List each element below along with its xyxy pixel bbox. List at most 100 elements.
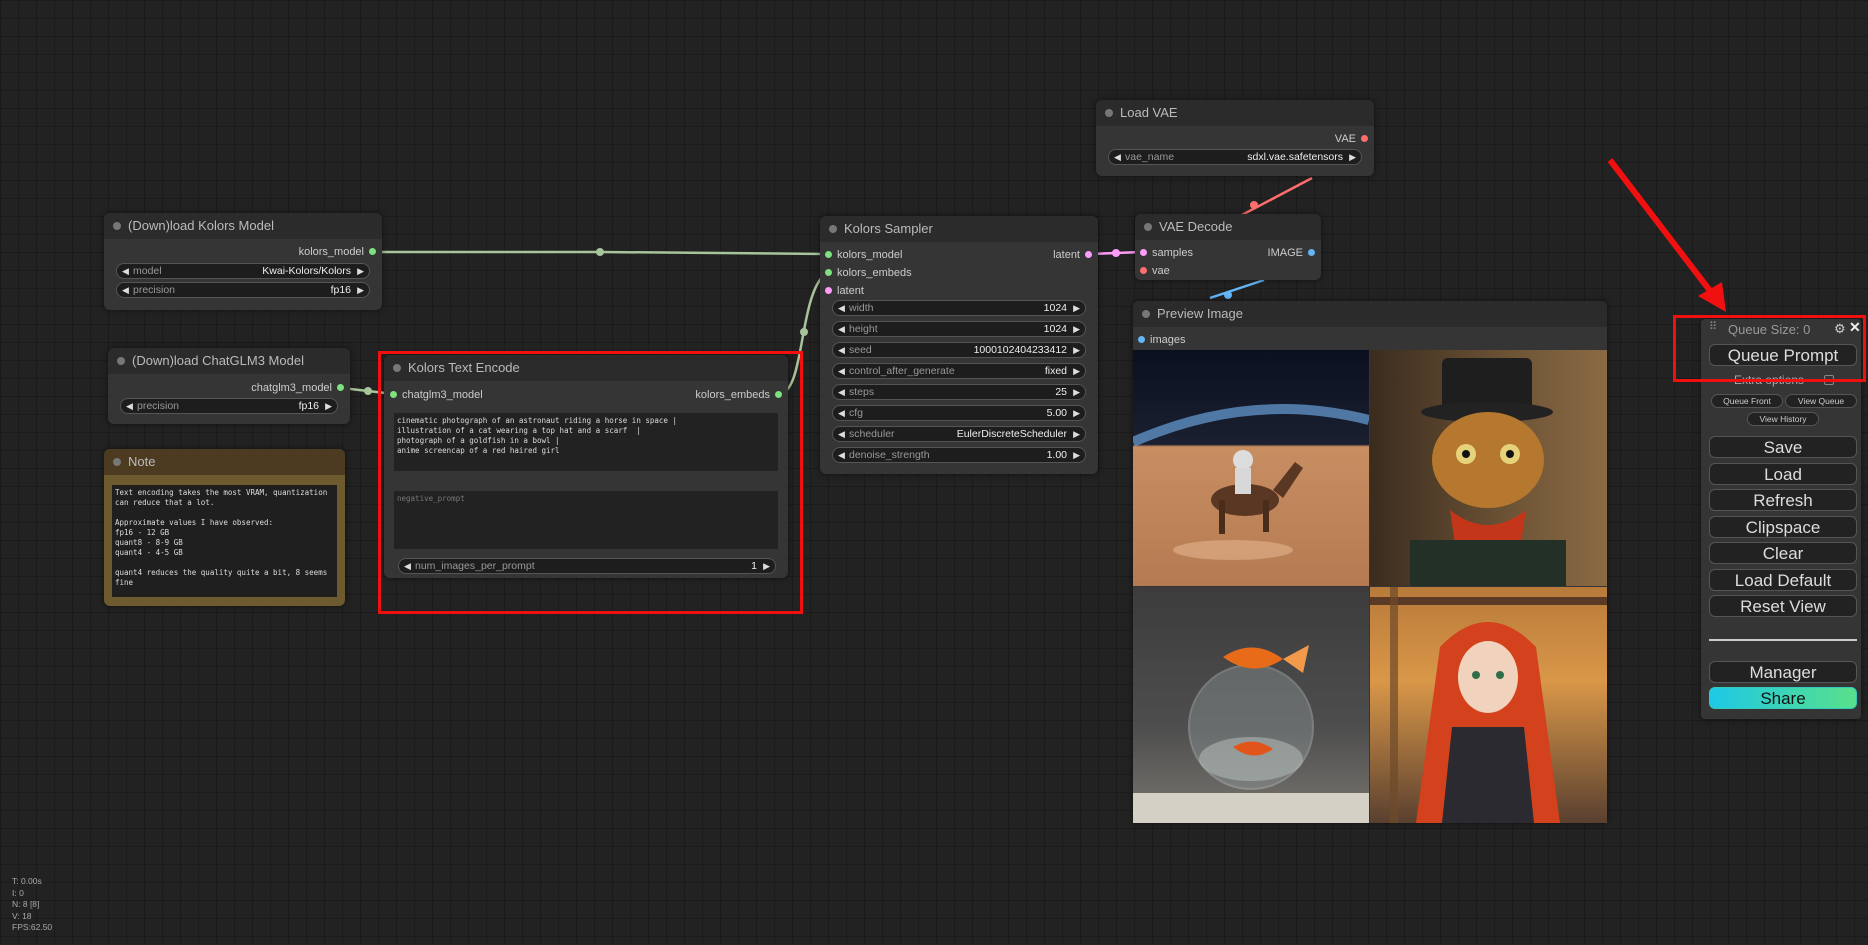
arrow-right-icon[interactable]: ▶ [1073, 322, 1080, 336]
arrow-right-icon[interactable]: ▶ [1073, 385, 1080, 399]
widget-precision[interactable]: ◀ precision fp16 ▶ [116, 282, 370, 298]
output-slot-dot-icon[interactable] [1308, 249, 1315, 256]
widget-cfg[interactable]: ◀ cfg 5.00 ▶ [832, 405, 1086, 421]
input-kolors-model[interactable]: kolors_model [825, 248, 902, 262]
load-button[interactable]: Load [1709, 463, 1857, 485]
node-note[interactable]: Note Text encoding takes the most VRAM, … [104, 449, 345, 606]
preview-image-anime-girl[interactable] [1370, 587, 1607, 823]
widget-denoise-strength[interactable]: ◀ denoise_strength 1.00 ▶ [832, 447, 1086, 463]
arrow-left-icon[interactable]: ◀ [122, 283, 129, 297]
arrow-right-icon[interactable]: ▶ [1073, 427, 1080, 441]
arrow-right-icon[interactable]: ▶ [1073, 301, 1080, 315]
input-kolors-embeds[interactable]: kolors_embeds [825, 266, 912, 280]
share-button[interactable]: Share [1709, 687, 1857, 709]
widget-vae-name[interactable]: ◀ vae_name sdxl.vae.safetensors ▶ [1108, 149, 1362, 165]
arrow-left-icon[interactable]: ◀ [838, 322, 845, 336]
arrow-left-icon[interactable]: ◀ [838, 385, 845, 399]
arrow-left-icon[interactable]: ◀ [122, 264, 129, 278]
slot-label: samples [1152, 247, 1193, 259]
output-latent[interactable]: latent [1053, 248, 1092, 262]
manager-button[interactable]: Manager [1709, 661, 1857, 683]
view-history-button[interactable]: View History [1747, 412, 1819, 426]
input-slot-dot-icon[interactable] [1138, 336, 1145, 343]
collapse-dot-icon[interactable] [1142, 310, 1150, 318]
widget-steps[interactable]: ◀ steps 25 ▶ [832, 384, 1086, 400]
widget-width[interactable]: ◀ width 1024 ▶ [832, 300, 1086, 316]
view-queue-button[interactable]: View Queue [1785, 394, 1857, 408]
arrow-right-icon[interactable]: ▶ [325, 399, 332, 413]
node-vae-decode[interactable]: VAE Decode samples vae IMAGE [1135, 214, 1321, 280]
arrow-left-icon[interactable]: ◀ [838, 406, 845, 420]
node-preview-image[interactable]: Preview Image images [1133, 301, 1607, 823]
arrow-right-icon[interactable]: ▶ [357, 264, 364, 278]
arrow-right-icon[interactable]: ▶ [357, 283, 364, 297]
clear-button[interactable]: Clear [1709, 542, 1857, 564]
input-slot-dot-icon[interactable] [1140, 267, 1147, 274]
collapse-dot-icon[interactable] [829, 225, 837, 233]
widget-precision[interactable]: ◀ precision fp16 ▶ [120, 398, 338, 414]
load-default-button[interactable]: Load Default [1709, 569, 1857, 591]
preview-image-goldfish[interactable] [1133, 587, 1369, 823]
input-latent[interactable]: latent [825, 284, 864, 298]
output-slot-dot-icon[interactable] [337, 384, 344, 391]
node-canvas[interactable]: (Down)load Kolors Model kolors_model ◀ mo… [0, 0, 1868, 945]
input-slot-dot-icon[interactable] [825, 251, 832, 258]
arrow-right-icon[interactable]: ▶ [1349, 150, 1356, 164]
arrow-left-icon[interactable]: ◀ [838, 343, 845, 357]
output-chatglm3-model[interactable]: chatglm3_model [251, 381, 344, 395]
arrow-left-icon[interactable]: ◀ [126, 399, 133, 413]
clipspace-button[interactable]: Clipspace [1709, 516, 1857, 538]
arrow-left-icon[interactable]: ◀ [838, 427, 845, 441]
node-title[interactable]: Preview Image [1133, 301, 1607, 327]
output-slot-dot-icon[interactable] [1361, 135, 1368, 142]
widget-height[interactable]: ◀ height 1024 ▶ [832, 321, 1086, 337]
arrow-right-icon[interactable]: ▶ [1073, 343, 1080, 357]
reset-view-button[interactable]: Reset View [1709, 595, 1857, 617]
arrow-right-icon[interactable]: ▶ [1073, 448, 1080, 462]
widget-scheduler[interactable]: ◀ scheduler EulerDiscreteScheduler ▶ [832, 426, 1086, 442]
node-kolors-sampler[interactable]: Kolors Sampler kolors_model kolors_embed… [820, 216, 1098, 474]
save-button[interactable]: Save [1709, 436, 1857, 458]
node-title-text: (Down)load ChatGLM3 Model [132, 353, 304, 368]
output-kolors-model[interactable]: kolors_model [299, 245, 376, 259]
collapse-dot-icon[interactable] [1105, 109, 1113, 117]
node-title[interactable]: (Down)load Kolors Model [104, 213, 382, 239]
input-slot-dot-icon[interactable] [825, 287, 832, 294]
input-slot-dot-icon[interactable] [825, 269, 832, 276]
preview-image-astronaut[interactable] [1133, 350, 1369, 586]
node-title[interactable]: (Down)load ChatGLM3 Model [108, 348, 350, 374]
widget-seed[interactable]: ◀ seed 1000102404233412 ▶ [832, 342, 1086, 358]
output-image[interactable]: IMAGE [1268, 246, 1315, 260]
output-vae[interactable]: VAE [1335, 132, 1368, 146]
collapse-dot-icon[interactable] [113, 222, 121, 230]
arrow-left-icon[interactable]: ◀ [838, 301, 845, 315]
collapse-dot-icon[interactable] [1144, 223, 1152, 231]
arrow-left-icon[interactable]: ◀ [838, 448, 845, 462]
widget-control-after-generate[interactable]: ◀ control_after_generate fixed ▶ [832, 363, 1086, 379]
collapse-dot-icon[interactable] [117, 357, 125, 365]
arrow-right-icon[interactable]: ▶ [1073, 406, 1080, 420]
arrow-left-icon[interactable]: ◀ [1114, 150, 1121, 164]
queue-front-button[interactable]: Queue Front [1711, 394, 1783, 408]
input-samples[interactable]: samples [1140, 246, 1193, 260]
node-title[interactable]: Kolors Sampler [820, 216, 1098, 242]
note-textarea[interactable]: Text encoding takes the most VRAM, quant… [112, 485, 337, 597]
preview-image-cat[interactable] [1370, 350, 1607, 586]
collapse-dot-icon[interactable] [113, 458, 121, 466]
output-slot-dot-icon[interactable] [1085, 251, 1092, 258]
input-images[interactable]: images [1138, 333, 1185, 347]
node-load-kolors-model[interactable]: (Down)load Kolors Model kolors_model ◀ mo… [104, 213, 382, 310]
refresh-button[interactable]: Refresh [1709, 489, 1857, 511]
widget-value: 1024 [1043, 302, 1067, 314]
input-vae[interactable]: vae [1140, 264, 1170, 278]
arrow-left-icon[interactable]: ◀ [838, 364, 845, 378]
input-slot-dot-icon[interactable] [1140, 249, 1147, 256]
widget-model[interactable]: ◀ model Kwai-Kolors/Kolors ▶ [116, 263, 370, 279]
node-title[interactable]: Note [104, 449, 345, 475]
node-load-vae[interactable]: Load VAE VAE ◀ vae_name sdxl.vae.safetenso… [1096, 100, 1374, 176]
node-load-chatglm3-model[interactable]: (Down)load ChatGLM3 Model chatglm3_model… [108, 348, 350, 424]
node-title[interactable]: Load VAE [1096, 100, 1374, 126]
output-slot-dot-icon[interactable] [369, 248, 376, 255]
arrow-right-icon[interactable]: ▶ [1073, 364, 1080, 378]
node-title[interactable]: VAE Decode [1135, 214, 1321, 240]
